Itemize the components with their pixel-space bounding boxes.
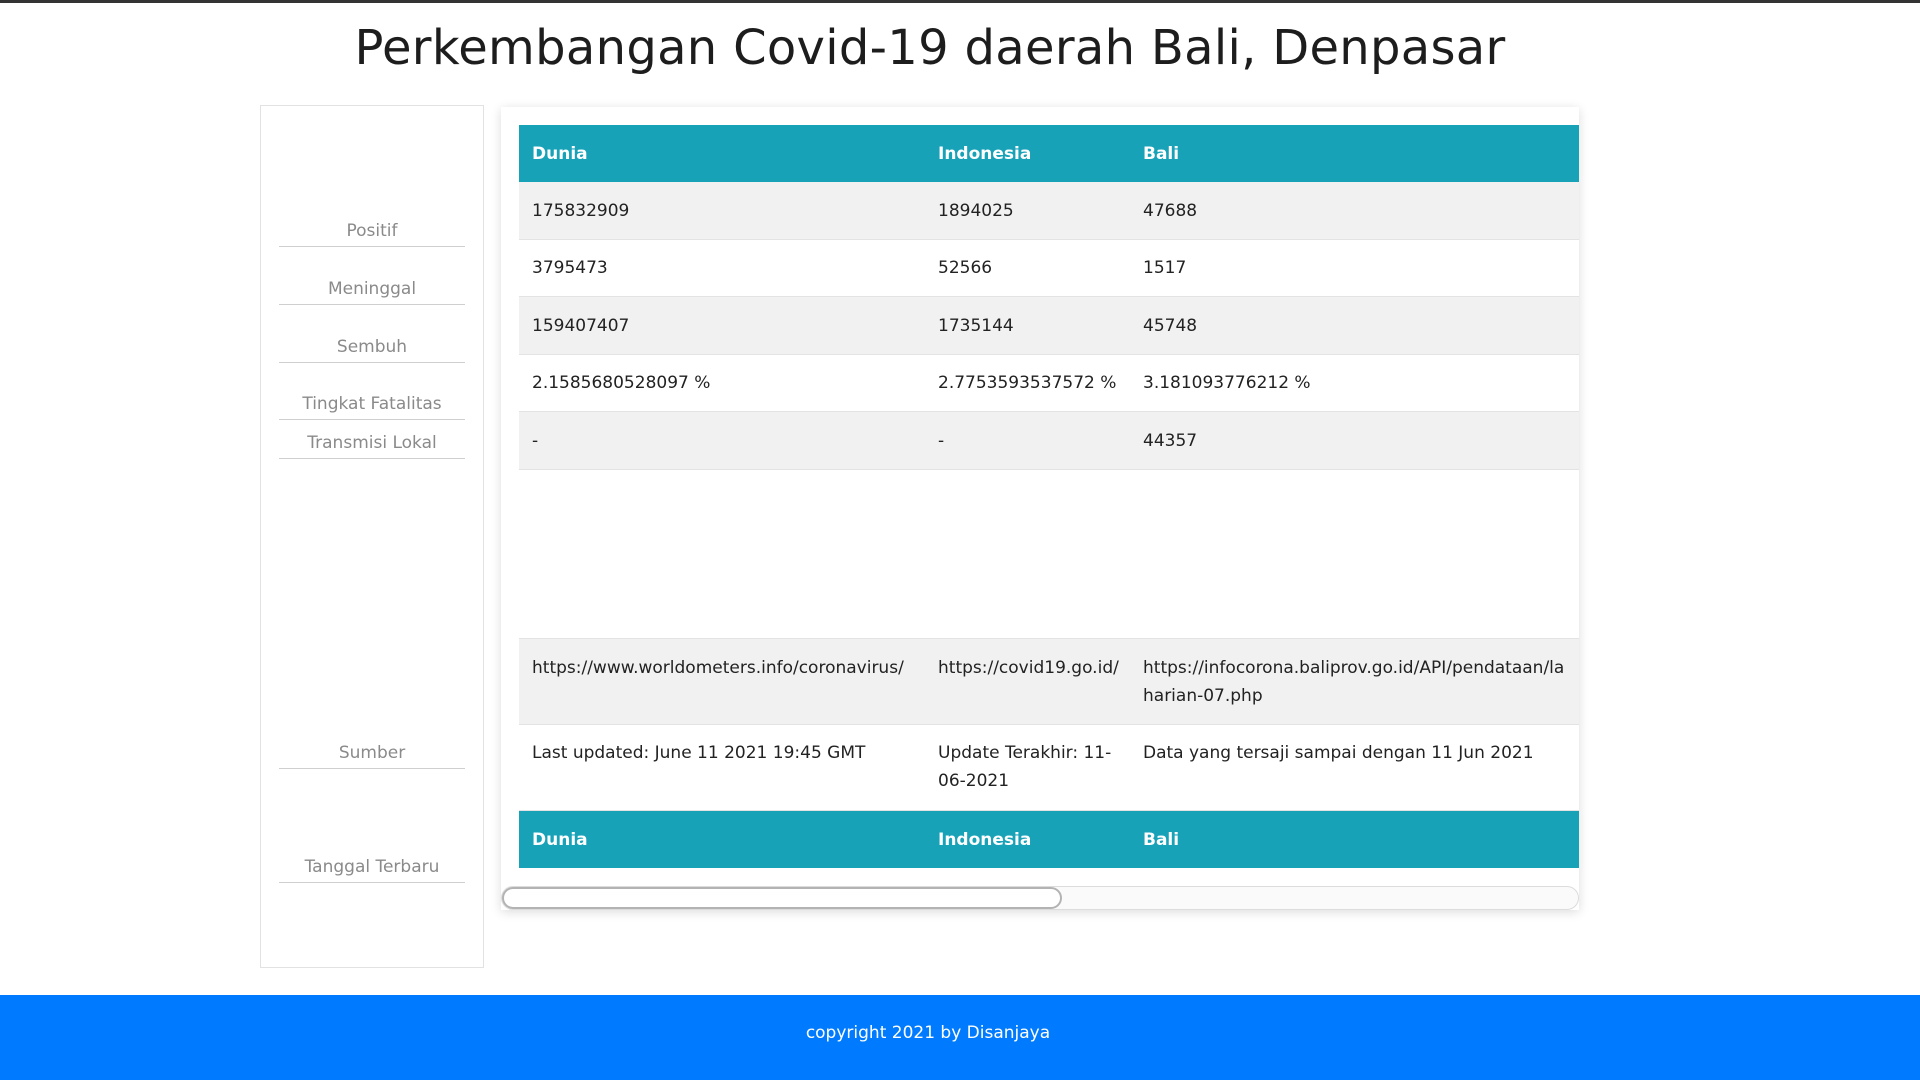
updated-indonesia-line-1: Update Terakhir: 11- [938, 743, 1112, 763]
sidebar-label-transmisi-lokal: Transmisi Lokal [279, 433, 465, 459]
table-cell: 1894025 [938, 201, 1014, 221]
sidebar-label-tingkat-fatalitas: Tingkat Fatalitas [279, 394, 465, 420]
source-link-bali-line-2: harian-07.php [1143, 686, 1263, 706]
copyright-text: copyright 2021 by Disanjaya [805, 1023, 1051, 1043]
table-cell: 1517 [1143, 258, 1187, 278]
table-row-tanggal-terbaru: Last updated: June 11 2021 19:45 GMT Upd… [519, 725, 1579, 811]
source-link-indonesia[interactable]: https://covid19.go.id/ [938, 654, 1128, 682]
table-cell: 2.1585680528097 % [532, 373, 711, 393]
sidebar-labels: Positif Meninggal Sembuh Tingkat Fatalit… [260, 105, 484, 968]
sidebar-label-tanggal-terbaru: Tanggal Terbaru [279, 857, 465, 883]
sidebar-label-sumber: Sumber [279, 743, 465, 769]
footer-header-cell-bali: Bali [1143, 830, 1180, 850]
table-cell: Last updated: June 11 2021 19:45 GMT [532, 743, 866, 763]
table-row-meninggal: 3795473 52566 1517 [519, 240, 1579, 297]
table-cell: 52566 [938, 258, 993, 278]
table-row-transmisi-lokal: - - 44357 [519, 412, 1579, 470]
table-cell: 47688 [1143, 201, 1198, 221]
header-cell-bali: Bali [1143, 144, 1180, 164]
sidebar-label-sembuh: Sembuh [279, 337, 465, 363]
table-cell: - [938, 431, 945, 451]
table-cell: 3.181093776212 % [1143, 373, 1311, 393]
data-table[interactable]: Dunia Indonesia Bali 175832909 1894025 4… [519, 125, 1579, 875]
table-row-sumber: https://www.worldometers.info/coronaviru… [519, 639, 1579, 725]
scrollbar-thumb[interactable] [502, 887, 1062, 909]
horizontal-scrollbar[interactable] [501, 886, 1579, 910]
table-row-sembuh: 159407407 1735144 45748 [519, 297, 1579, 355]
footer-header-cell-indonesia: Indonesia [938, 830, 1032, 850]
table-cell: - [532, 431, 539, 451]
table-cell: Update Terakhir: 11- 06-2021 [938, 739, 1128, 795]
table-footer-header-row: Dunia Indonesia Bali [519, 811, 1579, 868]
table-row-empty [519, 470, 1579, 639]
table-cell: 159407407 [532, 316, 630, 336]
page-footer: copyright 2021 by Disanjaya [0, 995, 1920, 1080]
header-cell-indonesia: Indonesia [938, 144, 1032, 164]
table-cell: 1735144 [938, 316, 1014, 336]
table-row-tingkat-fatalitas: 2.1585680528097 % 2.7753593537572 % 3.18… [519, 355, 1579, 412]
footer-header-cell-dunia: Dunia [532, 830, 588, 850]
table-cell: 45748 [1143, 316, 1198, 336]
sidebar-label-positif: Positif [279, 221, 465, 247]
data-table-card: Dunia Indonesia Bali 175832909 1894025 4… [501, 107, 1579, 910]
table-cell: 175832909 [532, 201, 630, 221]
top-border-line [0, 0, 1920, 3]
sidebar-label-meninggal: Meninggal [279, 279, 465, 305]
table-cell: Data yang tersaji sampai dengan 11 Jun 2… [1143, 743, 1534, 763]
table-cell: 44357 [1143, 431, 1198, 451]
header-cell-dunia: Dunia [532, 144, 588, 164]
source-link-bali[interactable]: https://infocorona.baliprov.go.id/API/pe… [1143, 654, 1579, 710]
source-link-bali-line-1: https://infocorona.baliprov.go.id/API/pe… [1143, 658, 1565, 678]
table-cell: 3795473 [532, 258, 608, 278]
source-link-dunia[interactable]: https://www.worldometers.info/coronaviru… [532, 654, 922, 682]
table-row-positif: 175832909 1894025 47688 [519, 182, 1579, 240]
page-title: Perkembangan Covid-19 daerah Bali, Denpa… [354, 20, 1506, 76]
table-cell: 2.7753593537572 % [938, 373, 1117, 393]
updated-indonesia-line-2: 06-2021 [938, 771, 1010, 791]
table-header-row: Dunia Indonesia Bali [519, 125, 1579, 182]
